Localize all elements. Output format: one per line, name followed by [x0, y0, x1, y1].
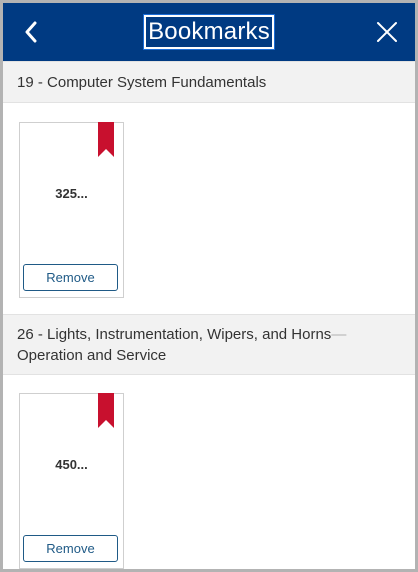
chevron-left-icon [25, 21, 37, 43]
close-icon [377, 22, 397, 42]
page-title: Bookmarks [143, 14, 275, 50]
close-button[interactable] [369, 14, 405, 50]
remove-button[interactable]: Remove [23, 264, 118, 291]
header-bar: Bookmarks [3, 3, 415, 61]
bookmarks-panel: Bookmarks 19 - Computer System Fundament… [0, 0, 418, 572]
section-header: 26 - Lights, Instrumentation, Wipers, an… [3, 314, 415, 375]
bookmark-ribbon-icon [98, 393, 114, 428]
back-button[interactable] [13, 14, 49, 50]
bookmark-label: 325... [55, 186, 88, 201]
bookmark-card[interactable]: 325... Remove [19, 122, 124, 298]
section-title: 26 - Lights, Instrumentation, Wipers, an… [17, 326, 332, 343]
bookmark-card[interactable]: 450... Remove [19, 393, 124, 569]
card-area: 450... Remove [3, 375, 415, 569]
bookmark-ribbon-icon [98, 122, 114, 157]
title-separator: — [331, 326, 347, 343]
card-area: 325... Remove [3, 103, 415, 314]
section-title: 19 - Computer System Fundamentals [17, 74, 267, 91]
bookmark-label: 450... [55, 457, 88, 472]
remove-button[interactable]: Remove [23, 535, 118, 562]
section-header: 19 - Computer System Fundamentals [3, 61, 415, 103]
section-title-continued: Operation and Service [17, 347, 167, 364]
